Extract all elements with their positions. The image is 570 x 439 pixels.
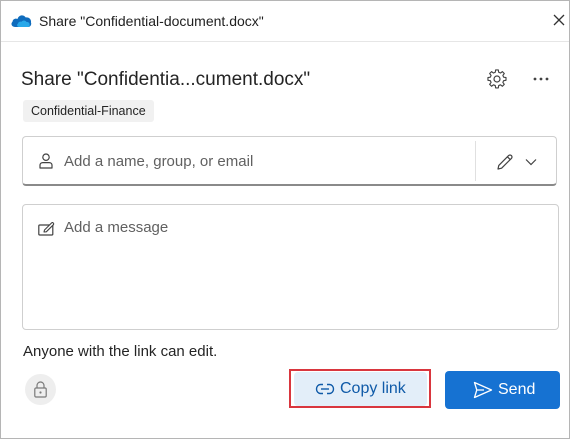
send-button[interactable]: Send bbox=[445, 371, 560, 409]
copy-link-button[interactable]: Copy link bbox=[294, 372, 427, 406]
title-bar: Share "Confidential-document.docx" bbox=[1, 1, 569, 42]
recipients-input[interactable] bbox=[64, 148, 464, 174]
sensitivity-label-badge: Confidential-Finance bbox=[23, 100, 154, 122]
window-title: Share "Confidential-document.docx" bbox=[39, 13, 264, 29]
field-divider bbox=[475, 141, 476, 181]
link-settings-button[interactable] bbox=[25, 374, 56, 405]
person-icon bbox=[39, 153, 53, 169]
close-icon[interactable] bbox=[551, 12, 567, 28]
lock-icon bbox=[34, 381, 47, 398]
pencil-icon bbox=[495, 152, 515, 172]
permission-dropdown[interactable] bbox=[485, 143, 551, 179]
link-icon bbox=[315, 383, 335, 395]
dialog-heading: Share "Confidentia...cument.docx" bbox=[21, 69, 311, 90]
copy-link-label: Copy link bbox=[340, 380, 406, 397]
message-field bbox=[22, 204, 559, 330]
more-options-icon[interactable] bbox=[531, 70, 551, 88]
gear-icon[interactable] bbox=[487, 69, 507, 89]
send-icon bbox=[473, 381, 493, 399]
send-label: Send bbox=[498, 381, 536, 398]
compose-icon bbox=[38, 222, 56, 236]
onedrive-cloud-icon bbox=[10, 12, 32, 28]
recipients-field bbox=[22, 136, 557, 186]
chevron-down-icon bbox=[525, 158, 537, 166]
link-settings-text[interactable]: Anyone with the link can edit. bbox=[23, 342, 217, 362]
share-dialog-window: Share "Confidential-document.docx" Share… bbox=[0, 0, 570, 439]
message-input[interactable] bbox=[64, 217, 544, 317]
